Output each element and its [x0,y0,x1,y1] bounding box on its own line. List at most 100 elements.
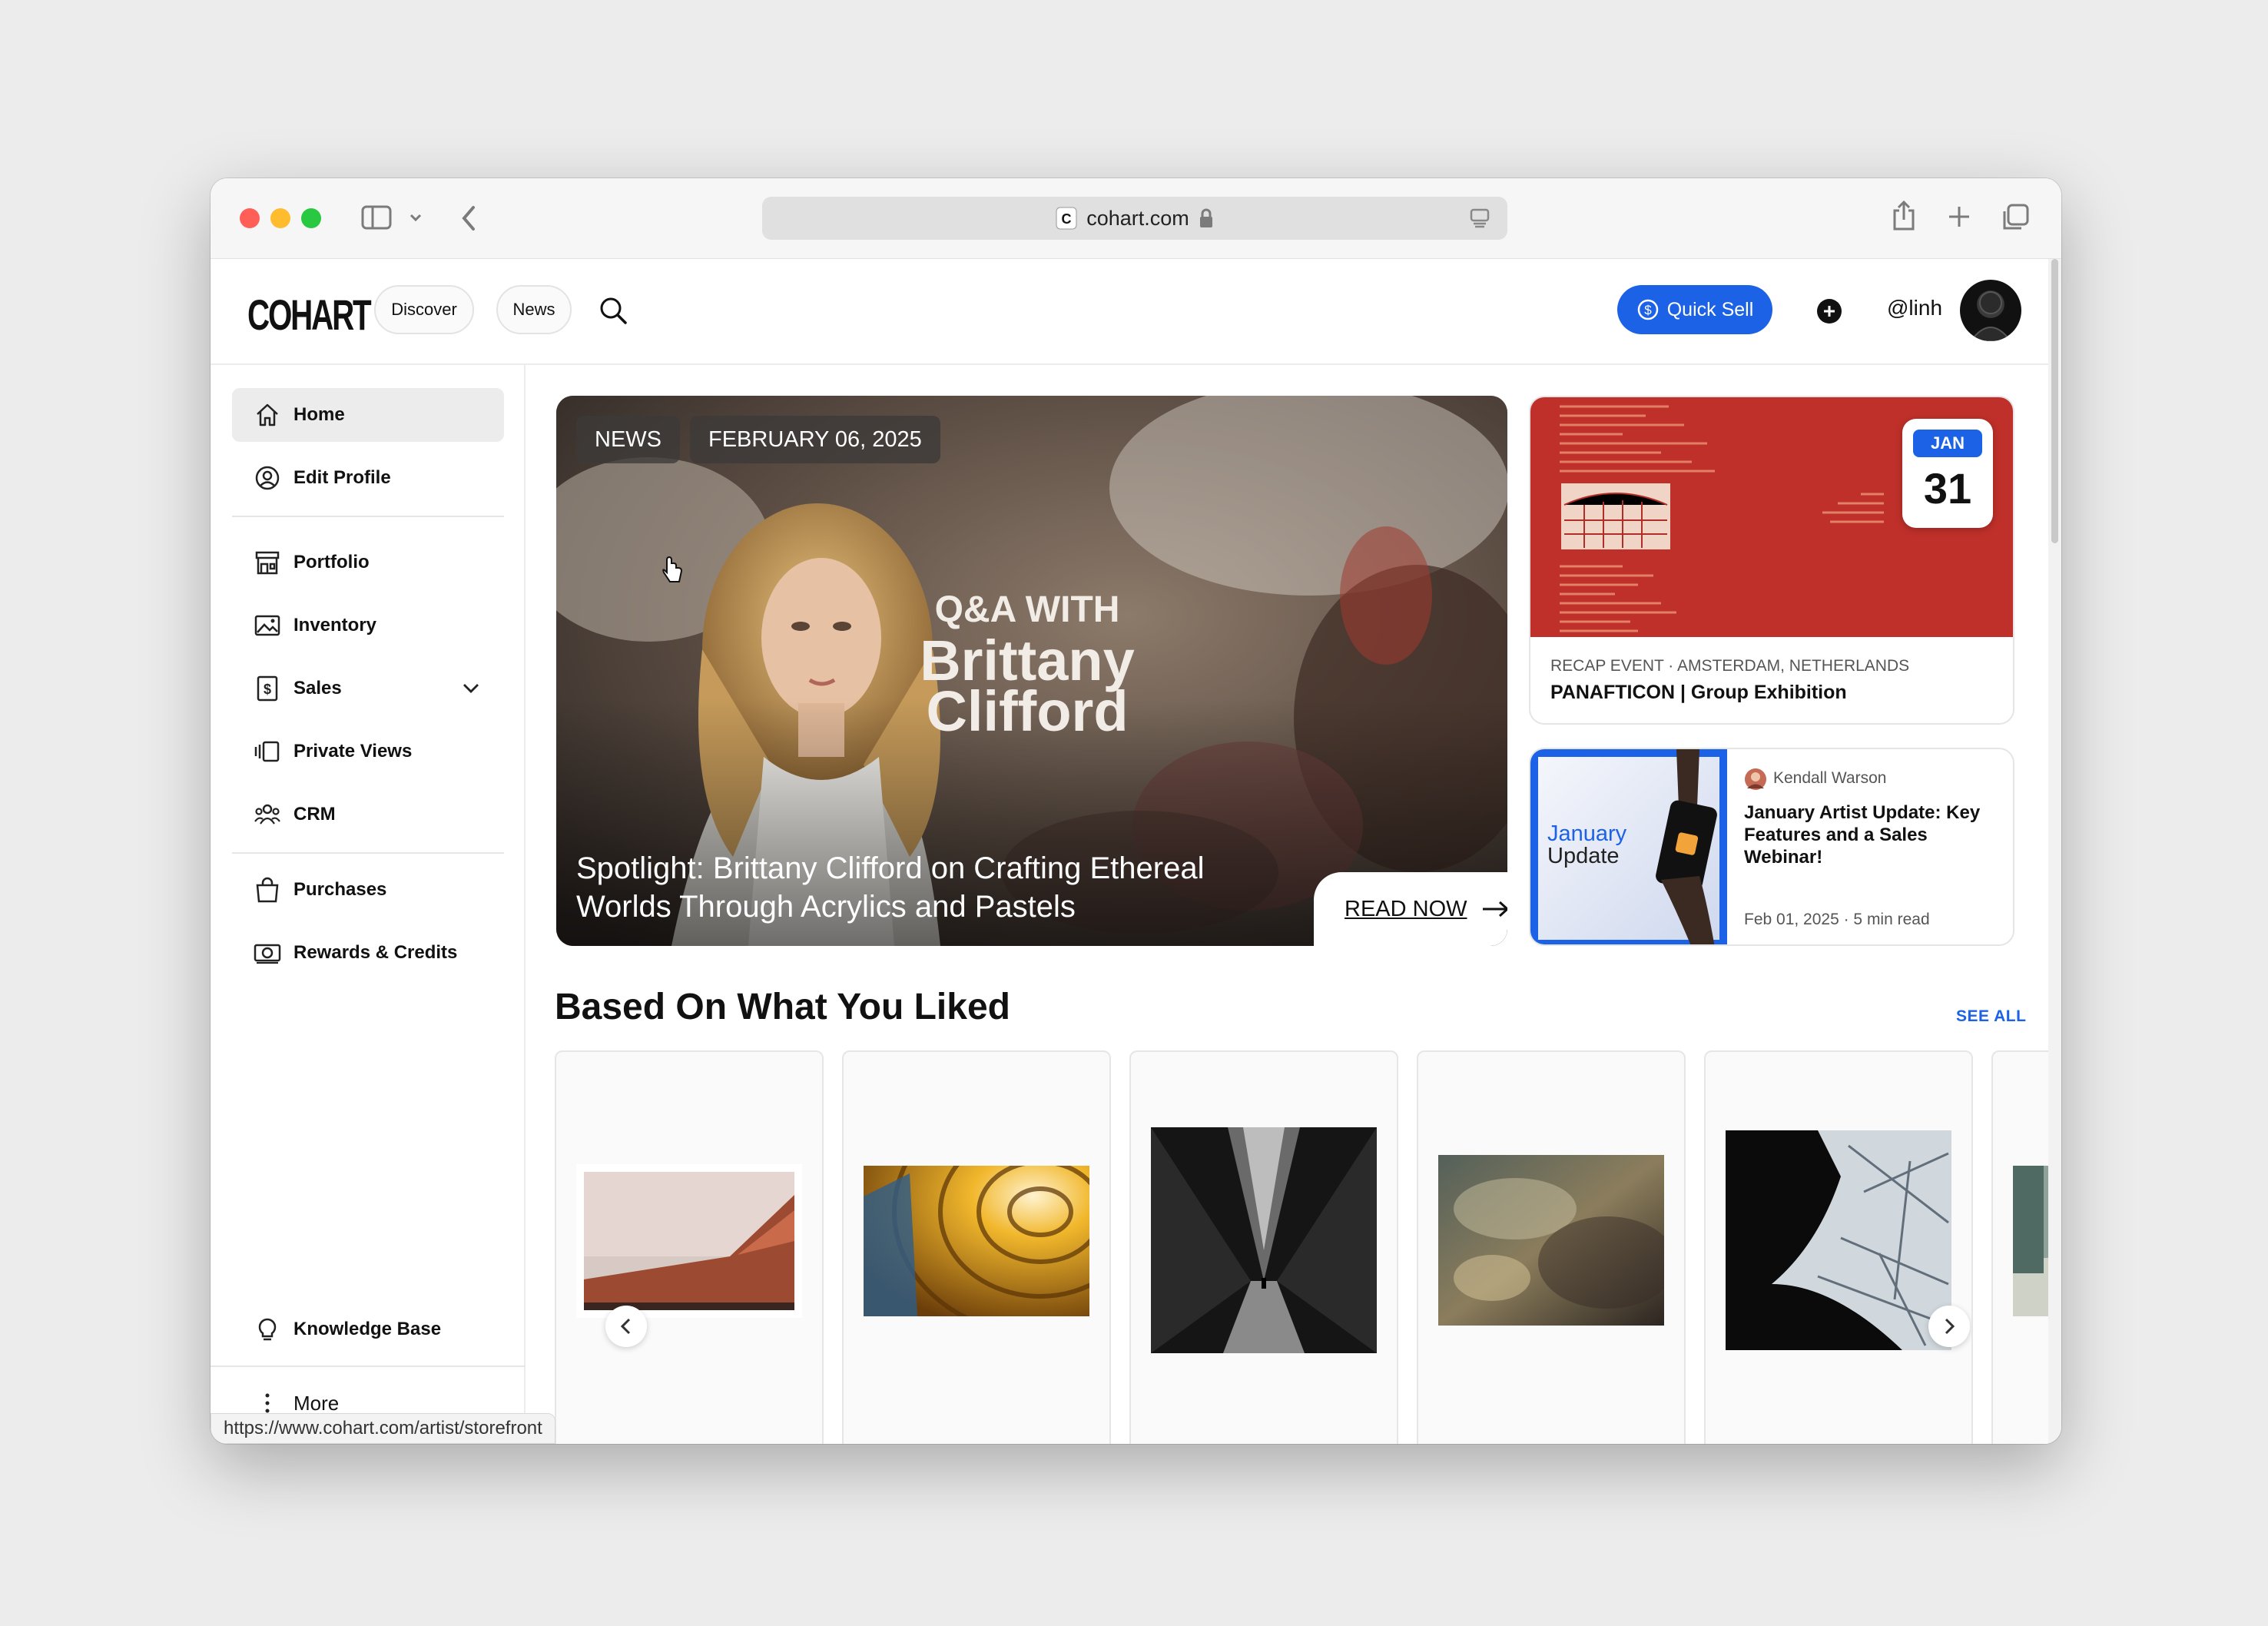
quick-sell-button[interactable]: $ Quick Sell [1617,285,1772,334]
chevron-down-icon[interactable] [409,212,423,223]
sidebar-divider [232,852,504,854]
shopping-bag-icon [256,877,279,903]
search-icon[interactable] [598,296,628,325]
article-thumbnail: January Update [1530,749,1727,944]
hand-cursor-icon [662,556,683,582]
artwork-image [2013,1166,2048,1316]
event-meta: RECAP EVENT · AMSTERDAM, NETHERLANDS [1550,657,1910,675]
page-scrollbar[interactable] [2048,259,2061,1444]
people-icon [254,804,280,825]
hero-news-card[interactable]: Q&A WITH Brittany Clifford NEWS FEBRUARY… [556,396,1507,946]
event-month: JAN [1913,430,1982,457]
artwork-card[interactable] [555,1050,824,1444]
chevron-down-icon[interactable] [461,679,481,699]
event-date-badge: JAN 31 [1902,419,1993,528]
zoom-window-button[interactable] [301,208,321,228]
new-tab-icon[interactable] [1947,204,1971,229]
lightbulb-icon [258,1318,277,1341]
artwork-card[interactable] [1704,1050,1973,1444]
sidebar-item-knowledge-base[interactable]: Knowledge Base [232,1302,504,1356]
sidebar-item-label: Edit Profile [293,467,391,488]
sidebar-item-label: Portfolio [293,552,370,572]
read-now-label: READ NOW [1345,896,1467,921]
article-thumb-line1: January [1547,821,1627,846]
sidebar-divider [232,516,504,517]
sidebar-item-inventory[interactable]: Inventory [232,599,504,652]
home-icon [257,403,278,426]
artwork-card[interactable] [842,1050,1111,1444]
storefront-icon [255,551,280,575]
close-window-button[interactable] [240,208,260,228]
private-views-icon [254,741,280,762]
reader-mode-icon[interactable] [1469,207,1490,229]
carousel-prev-button[interactable] [605,1306,647,1347]
artwork-image [1151,1127,1377,1353]
site-favicon-icon: C [1056,207,1077,230]
news-button[interactable]: News [496,285,572,334]
cohart-logo[interactable]: COHART [247,290,372,340]
sidebar-item-purchases[interactable]: Purchases [232,863,504,917]
avatar[interactable] [1960,280,2021,341]
artwork-image [576,1164,802,1318]
read-now-button[interactable]: READ NOW [1314,872,1507,946]
sidebar-item-label: Home [293,404,345,425]
address-bar[interactable]: C cohart.com [762,197,1507,240]
hand-holding-phone-image [1656,749,1717,944]
date-tag: FEBRUARY 06, 2025 [690,416,940,463]
sidebar: Home Edit Profile Portfolio Inventory $ … [211,365,526,1444]
lock-icon [1199,208,1212,227]
svg-text:$: $ [1644,303,1652,317]
arrow-right-icon [1482,901,1507,918]
hero-headline[interactable]: Spotlight: Brittany Clifford on Crafting… [576,849,1283,926]
chevron-right-icon [1945,1318,1955,1335]
username-label[interactable]: @linh [1887,296,1942,320]
event-day: 31 [1923,464,1972,513]
hero-overlay-line3: Clifford [926,679,1128,743]
image-icon [254,615,280,636]
sidebar-item-edit-profile[interactable]: Edit Profile [232,451,504,505]
quick-sell-label: Quick Sell [1666,298,1754,320]
back-icon[interactable] [460,204,477,232]
artwork-card[interactable] [1991,1050,2048,1444]
artwork-image [864,1166,1089,1316]
sidebar-item-label: Purchases [293,879,387,900]
sidebar-item-label: Rewards & Credits [293,942,458,963]
tab-overview-icon[interactable] [2001,203,2030,232]
discover-button[interactable]: Discover [374,285,474,334]
news-tag: NEWS [576,416,680,463]
address-text: cohart.com [1086,206,1189,230]
main-content: Q&A WITH Brittany Clifford NEWS FEBRUARY… [527,365,2048,1444]
sidebar-item-label: Private Views [293,741,413,762]
add-icon[interactable] [1816,298,1842,324]
scrollbar-thumb[interactable] [2051,259,2058,543]
artwork-card[interactable] [1129,1050,1398,1444]
sidebar-item-home[interactable]: Home [232,388,504,442]
avatar-silhouette-icon [1969,291,2012,341]
artwork-card[interactable] [1417,1050,1686,1444]
browser-toolbar: C cohart.com [211,178,2061,259]
carousel-next-button[interactable] [1928,1306,1970,1347]
artwork-image [1438,1155,1664,1326]
sidebar-divider [211,1366,526,1367]
minimize-window-button[interactable] [270,208,290,228]
share-icon[interactable] [1890,200,1918,232]
article-meta: Feb 01, 2025 · 5 min read [1744,911,1930,928]
user-circle-icon [255,466,280,490]
sidebar-item-portfolio[interactable]: Portfolio [232,536,504,589]
event-card[interactable]: JAN 31 RECAP EVENT · AMSTERDAM, NETHERLA… [1529,396,2014,725]
sidebar-toggle-icon[interactable] [361,204,392,231]
sidebar-item-sales[interactable]: $ Sales [232,662,504,715]
hero-overlay-line1: Q&A WITH [935,589,1120,630]
sidebar-item-label: Knowledge Base [293,1319,442,1339]
sidebar-item-label: More [293,1391,340,1415]
svg-text:$: $ [264,682,271,697]
sidebar-item-crm[interactable]: CRM [232,788,504,841]
sidebar-item-rewards-credits[interactable]: Rewards & Credits [232,926,504,980]
see-all-link[interactable]: SEE ALL [1956,1007,2026,1026]
chevron-left-icon [620,1318,631,1335]
article-author: Kendall Warson [1773,769,1887,787]
sidebar-item-private-views[interactable]: Private Views [232,725,504,778]
dollar-doc-icon: $ [257,675,278,702]
article-card[interactable]: January Update Kendall Warson January Ar… [1529,748,2014,946]
app-header: COHART Discover News $ Quick Sell @linh [211,259,2061,365]
